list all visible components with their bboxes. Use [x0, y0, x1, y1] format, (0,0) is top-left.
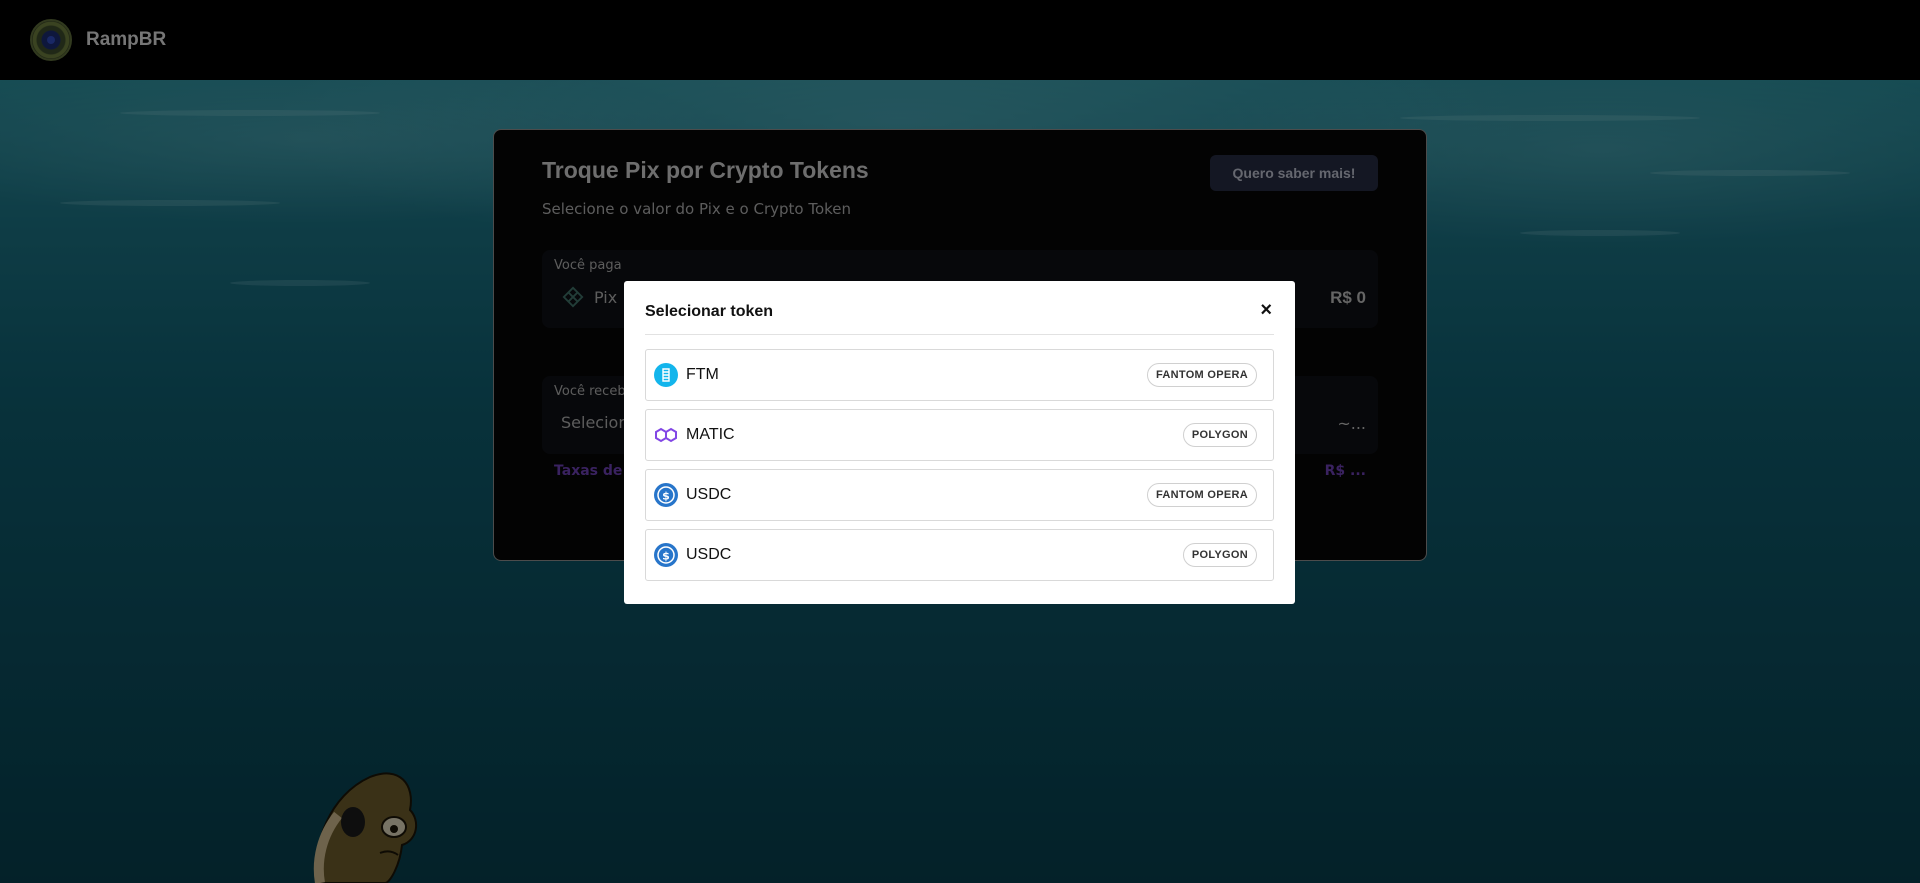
modal-header: Selecionar token ×	[645, 281, 1274, 335]
token-symbol: MATIC	[686, 426, 735, 443]
token-option-matic-polygon[interactable]: MATIC POLYGON	[645, 409, 1274, 461]
close-icon[interactable]: ×	[1260, 299, 1272, 322]
polygon-icon	[655, 427, 677, 443]
network-badge: POLYGON	[1182, 543, 1257, 567]
svg-text:$: $	[662, 490, 670, 503]
select-token-modal: Selecionar token × FTM FANTOM OPERA MATI…	[624, 281, 1295, 604]
token-symbol: USDC	[686, 486, 732, 503]
token-option-usdc-fantom[interactable]: $ USDC FANTOM OPERA	[645, 469, 1274, 521]
token-list: FTM FANTOM OPERA MATIC POLYGON $ USDC FA…	[645, 349, 1274, 581]
network-badge: FANTOM OPERA	[1146, 363, 1257, 387]
token-symbol: USDC	[686, 546, 732, 563]
network-badge: POLYGON	[1182, 423, 1257, 447]
fantom-icon	[654, 363, 678, 387]
token-symbol: FTM	[686, 366, 719, 383]
modal-title: Selecionar token	[645, 302, 774, 320]
token-option-usdc-polygon[interactable]: $ USDC POLYGON	[645, 529, 1274, 581]
usdc-icon: $	[654, 483, 678, 507]
usdc-icon: $	[654, 543, 678, 567]
network-badge: FANTOM OPERA	[1146, 483, 1257, 507]
token-option-ftm-fantom[interactable]: FTM FANTOM OPERA	[645, 349, 1274, 401]
svg-text:$: $	[662, 550, 670, 563]
